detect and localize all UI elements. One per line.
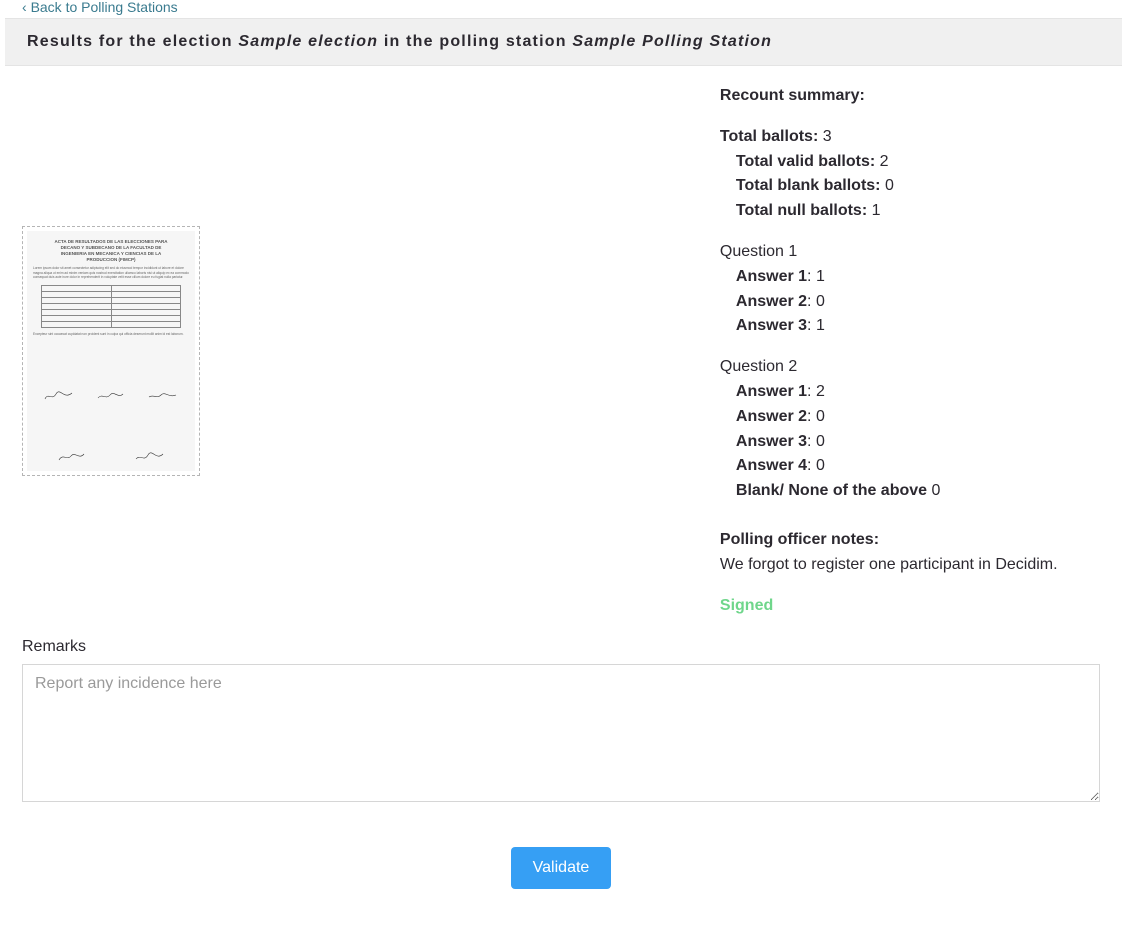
answer-row: Answer 2: 0 (720, 290, 1100, 315)
answer-row: Answer 1: 2 (720, 380, 1100, 405)
back-link[interactable]: ‹ Back to Polling Stations (0, 0, 1122, 14)
recount-summary-title: Recount summary: (720, 84, 1100, 109)
signed-status: Signed (720, 594, 1100, 619)
page-header: Results for the election Sample election… (5, 18, 1122, 66)
total-ballots-row: Total ballots: 3 (720, 125, 1100, 150)
answer-row: Answer 1: 1 (720, 265, 1100, 290)
thumb-table (41, 285, 181, 328)
answer-row: Answer 3: 0 (720, 430, 1100, 455)
election-name: Sample election (238, 33, 378, 50)
attachment-column: ACTA DE RESULTADOS DE LAS ELECCIONES PAR… (22, 84, 712, 618)
document-thumbnail[interactable]: ACTA DE RESULTADOS DE LAS ELECCIONES PAR… (22, 226, 200, 476)
notes-body: We forgot to register one participant in… (720, 553, 1100, 578)
thumb-para2: Excepteur sint occaecat cupidatat non pr… (33, 332, 189, 336)
notes-title: Polling officer notes: (720, 528, 1100, 553)
answer-row: Answer 2: 0 (720, 405, 1100, 430)
summary-column: Recount summary: Total ballots: 3 Total … (712, 84, 1100, 618)
question-title: Question 2 (720, 355, 1100, 380)
answer-row: Answer 4: 0 (720, 454, 1100, 479)
thumb-title: ACTA DE RESULTADOS DE LAS ELECCIONES PAR… (33, 239, 189, 262)
thumb-para: Lorem ipsum dolor sit amet consectetur a… (33, 266, 189, 278)
remarks-label: Remarks (22, 638, 1100, 656)
page-title: Results for the election Sample election… (27, 33, 1100, 51)
remarks-input[interactable] (22, 664, 1100, 802)
station-name: Sample Polling Station (572, 33, 772, 50)
back-link-text[interactable]: Back to Polling Stations (31, 0, 178, 15)
header-mid: in the polling station (378, 33, 572, 50)
question-title: Question 1 (720, 240, 1100, 265)
null-ballots-row: Total null ballots: 1 (720, 199, 1100, 224)
header-prefix: Results for the election (27, 33, 238, 50)
blank-ballots-row: Total blank ballots: 0 (720, 174, 1100, 199)
validate-button[interactable]: Validate (511, 847, 612, 889)
answer-row: Answer 3: 1 (720, 314, 1100, 339)
answer-row: Blank/ None of the above 0 (720, 479, 1100, 504)
valid-ballots-row: Total valid ballots: 2 (720, 150, 1100, 175)
